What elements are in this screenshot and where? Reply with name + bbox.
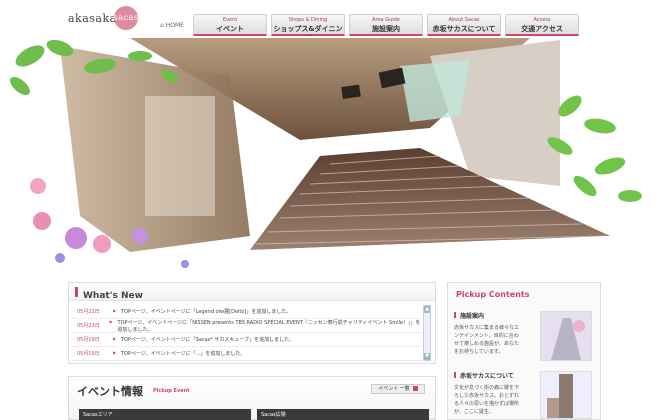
nav-access[interactable]: Access 交通アクセス	[505, 14, 579, 36]
home-link[interactable]: ⌂ HOME	[160, 22, 184, 29]
pickup-item-about[interactable]: 赤坂サカスについて 文化が息づく街の森に躍を下ろした赤坂サカス。おとずれる人々の…	[454, 371, 596, 419]
nav-jp-label: 施設案内	[372, 25, 400, 33]
news-list: 05月23日 TOPページ、イベントページに「Legend olw展[Deito…	[73, 305, 421, 363]
news-text[interactable]: TOPページ、イベントページに「Sacas* サカスキューブ」を追加しました。	[111, 336, 294, 343]
whats-new-title: What's New	[83, 291, 143, 301]
facility-thumbnail[interactable]	[540, 311, 592, 361]
pickup-item-facility[interactable]: 施設案内 赤坂サカスに集まる様々なエンテインメント。目的に合わせて楽しめる施設が…	[454, 311, 596, 361]
news-date: 05月19日	[77, 337, 100, 343]
nav-event[interactable]: Event イベント	[193, 14, 267, 36]
news-item[interactable]: 05月19日 TOPページ、イベントページに「Sacas* サカスキューブ」を追…	[73, 333, 421, 347]
news-date: 05月23日	[77, 309, 100, 315]
whats-new-header: What's New	[69, 283, 435, 301]
nav-en-label: Access	[533, 17, 551, 23]
nav-en-label: Event	[222, 17, 238, 23]
news-text[interactable]: TOPページ、イベントページに「...」を追加しました。	[111, 350, 245, 357]
nav-jp-label: イベント	[216, 25, 244, 33]
hero-visual	[0, 36, 670, 280]
scroll-up-icon[interactable]: ▲	[424, 306, 430, 313]
news-text[interactable]: TOPページ、イベントページに「Legend olw展[Deito]」を追加しま…	[111, 308, 291, 315]
news-item[interactable]: 05月23日 TOPページ、イベントページに「Legend olw展[Deito…	[73, 305, 421, 319]
left-wall-panel	[145, 96, 215, 216]
nav-about[interactable]: About Sacas 赤坂サカスについて	[427, 14, 501, 36]
news-date: 05月23日	[77, 323, 100, 329]
scroll-down-icon[interactable]: ▼	[424, 353, 430, 360]
nav-area-guide[interactable]: Area Guide 施設案内	[349, 14, 423, 36]
whats-new-panel: What's New 05月23日 TOPページ、イベントページに「Legend…	[68, 282, 436, 364]
news-item[interactable]: 05月23日 TOPページ、イベントページに「NISSEN presents T…	[73, 319, 421, 333]
sky-window	[400, 60, 470, 122]
event-info-title: イベント情報	[77, 385, 143, 398]
site-header: akasaka sacas ⌂ HOME Event イベント Shops & …	[0, 0, 670, 43]
event-tile[interactable]: Sacasエリア	[79, 409, 251, 420]
pickup-item-desc: 赤坂サカスに集まる様々なエンテインメント。目的に合わせて楽しめる施設が、あなたを…	[454, 325, 520, 355]
nav-en-label: Shops & Dining	[288, 17, 328, 23]
event-tile[interactable]: Sacas広場	[257, 409, 429, 420]
display-screen	[341, 84, 361, 100]
news-scrollbar[interactable]: ▲ ▼	[423, 305, 431, 361]
building-image	[541, 312, 591, 360]
news-text[interactable]: TOPページ、イベントページに「NISSEN presents TBS RADI…	[108, 319, 421, 333]
nav-jp-label: 赤坂サカスについて	[432, 25, 496, 33]
logo-text: akasaka	[68, 11, 117, 25]
nav-en-label: Area Guide	[372, 17, 400, 23]
home-icon: ⌂	[160, 22, 164, 29]
hero-illustration	[10, 38, 670, 280]
home-label: HOME	[165, 22, 184, 29]
about-thumbnail[interactable]	[540, 371, 592, 419]
news-date: 05月19日	[77, 351, 100, 357]
pickup-item-desc: 文化が息づく街の森に躍を下ろした赤坂サカス。おとずれる人々の思いを描かずば場所が…	[454, 385, 520, 415]
event-list-label: イベント 一覧	[378, 386, 410, 392]
nav-shops[interactable]: Shops & Dining ショップス&ダイニング	[271, 14, 345, 43]
event-info-panel: イベント情報 Pickup Event イベント 一覧 Sacasエリア Sac…	[68, 376, 436, 420]
arrow-icon	[412, 386, 418, 391]
global-nav: Event イベント Shops & Dining ショップス&ダイニング Ar…	[193, 14, 579, 43]
pickup-contents-panel: Pickup Contents 施設案内 赤坂サカスに集まる様々なエンテインメン…	[447, 282, 601, 420]
site-logo[interactable]: akasaka sacas	[68, 6, 138, 30]
news-item[interactable]: 05月19日 TOPページ、イベントページに「...」を追加しました。	[73, 347, 421, 361]
event-list-button[interactable]: イベント 一覧	[371, 384, 425, 394]
nav-en-label: About Sacas	[448, 17, 480, 23]
tower-image	[541, 372, 591, 418]
pickup-title: Pickup Contents	[456, 290, 530, 299]
event-info-subtitle: Pickup Event	[153, 388, 190, 394]
logo-badge: sacas	[113, 6, 138, 30]
nav-jp-label: 交通アクセス	[521, 25, 563, 33]
